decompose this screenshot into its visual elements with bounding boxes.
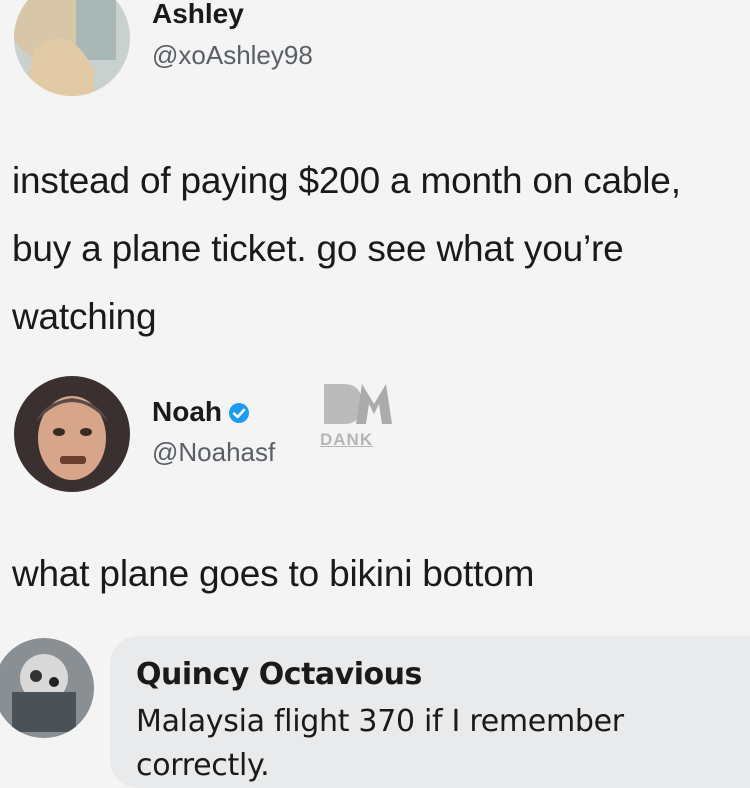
ashley-avatar[interactable] (14, 0, 130, 96)
noah-avatar-image (14, 376, 130, 492)
quincy-avatar[interactable] (0, 638, 94, 738)
ashley-name[interactable]: Ashley (152, 0, 244, 30)
comment-text: Malaysia flight 370 if I remember correc… (136, 704, 624, 783)
tweet-text: instead of paying $200 a month on cable,… (12, 160, 681, 337)
dank-memes-watermark: DANK (316, 378, 398, 462)
dm-logo-icon (324, 384, 392, 424)
noah-name-text: Noah (152, 396, 222, 427)
commenter-name[interactable]: Quincy Octavious (136, 657, 422, 692)
noah-handle[interactable]: @Noahasf (152, 437, 275, 468)
ashley-avatar-image (14, 0, 130, 96)
reply-tweet-text: what plane goes to bikini bottom (12, 553, 535, 594)
noah-name[interactable]: Noah (152, 396, 250, 428)
dank-watermark-text: DANK (320, 430, 374, 449)
ashley-handle[interactable]: @xoAshley98 (152, 40, 313, 71)
noah-avatar[interactable] (14, 376, 130, 492)
verified-badge-icon (228, 399, 250, 423)
quincy-avatar-image (0, 638, 94, 738)
